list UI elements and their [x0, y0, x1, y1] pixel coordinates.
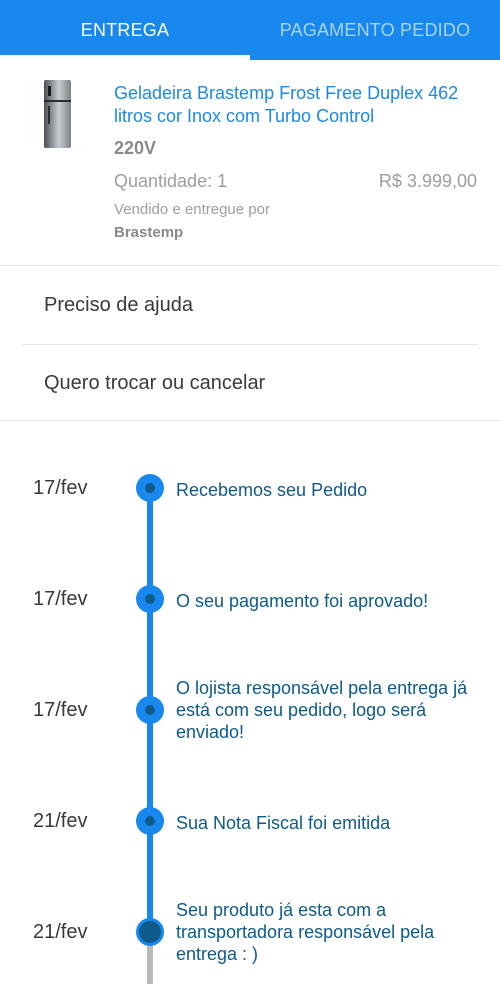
tab-entrega-label: ENTREGA — [80, 19, 170, 40]
product-quantity: Quantidade: 1 — [114, 171, 228, 191]
timeline-status: O seu pagamento foi aprovado! — [176, 591, 429, 611]
timeline-dot — [136, 807, 164, 835]
tab-bar: ENTREGA PAGAMENTO PEDIDO — [0, 0, 500, 60]
tab-pagamento-label: PAGAMENTO PEDIDO — [279, 19, 471, 40]
help-option[interactable]: Preciso de ajuda — [0, 267, 500, 344]
exchange-cancel-label: Quero trocar ou cancelar — [44, 372, 266, 394]
timeline-date: 17/fev — [33, 477, 88, 499]
timeline-current-dot — [136, 918, 164, 946]
timeline-date: 21/fev — [33, 810, 88, 832]
timeline-status: Seu produto já esta com a transportadora… — [176, 900, 435, 964]
timeline-dot — [136, 585, 164, 613]
timeline-dot — [136, 696, 164, 724]
tab-pagamento-pedido[interactable]: PAGAMENTO PEDIDO — [250, 0, 500, 60]
timeline-status: Recebemos seu Pedido — [176, 480, 368, 500]
product-title-link[interactable]: Geladeira Brastemp Frost Free Duplex 462… — [114, 82, 486, 128]
timeline-date: 21/fev — [33, 921, 88, 943]
timeline-dot — [136, 474, 164, 502]
product-card: Geladeira Brastemp Frost Free Duplex 462… — [0, 60, 500, 266]
refrigerator-image[interactable] — [44, 80, 71, 148]
timeline-status: O lojista responsável pela entrega já es… — [176, 678, 468, 742]
timeline-date: 17/fev — [33, 699, 88, 721]
seller-name: Brastemp — [114, 224, 184, 241]
divider — [0, 420, 500, 421]
timeline-date: 17/fev — [33, 588, 88, 610]
help-option-label: Preciso de ajuda — [44, 294, 193, 316]
product-price: R$ 3.999,00 — [378, 171, 477, 191]
exchange-cancel-option[interactable]: Quero trocar ou cancelar — [0, 345, 500, 422]
product-voltage: 220V — [114, 138, 157, 158]
timeline-status: Sua Nota Fiscal foi emitida — [176, 813, 391, 833]
sold-by-label: Vendido e entregue por — [114, 201, 270, 218]
tab-entrega[interactable]: ENTREGA — [0, 0, 250, 60]
